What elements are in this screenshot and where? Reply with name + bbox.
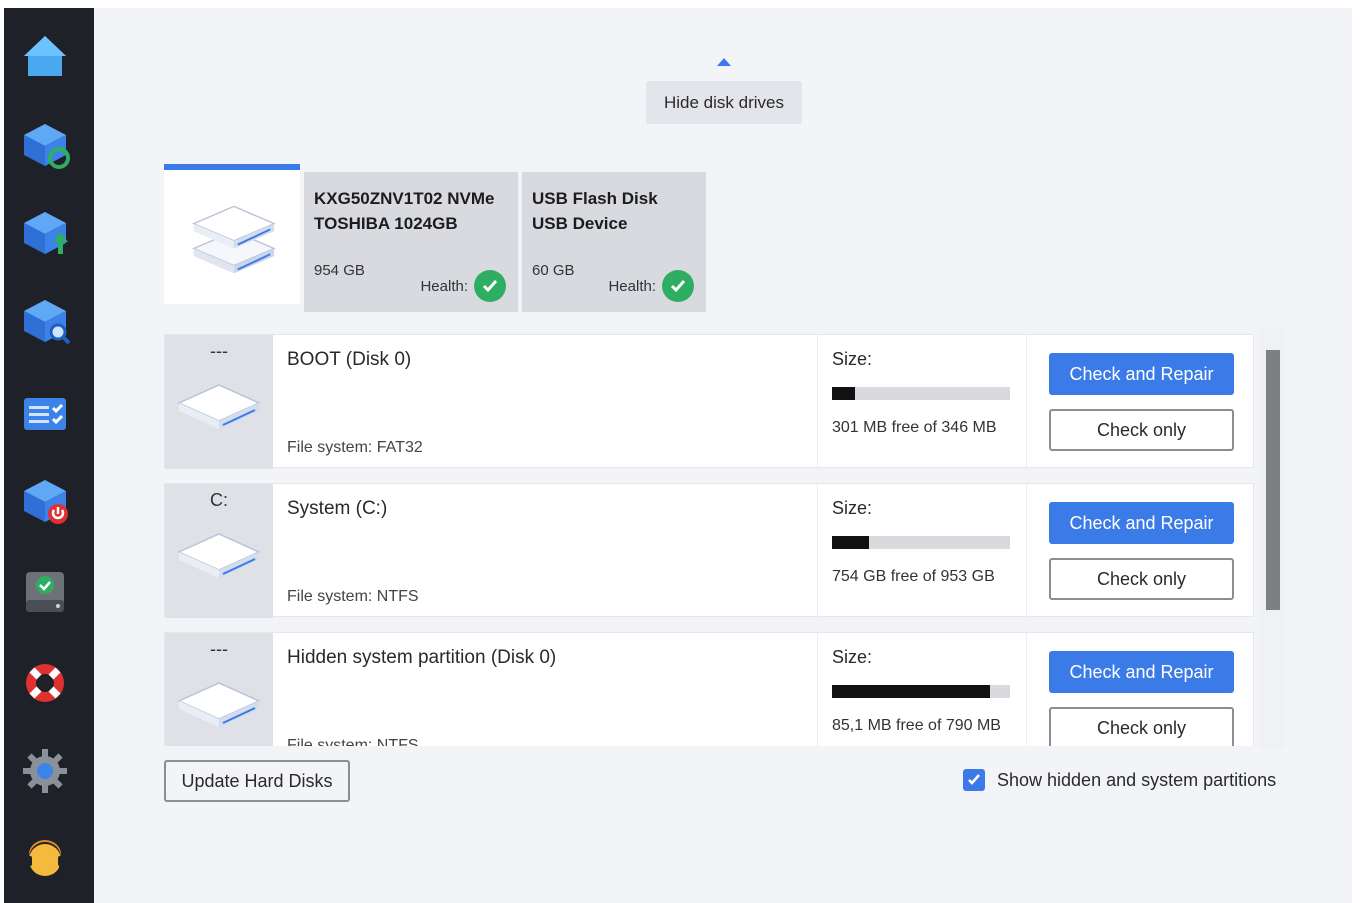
partition-name: BOOT (Disk 0) bbox=[287, 349, 412, 370]
partition-filesystem: File system: FAT32 bbox=[287, 439, 423, 456]
shutdown-icon[interactable] bbox=[18, 474, 72, 528]
home-icon[interactable] bbox=[18, 30, 72, 84]
disk-health: Health: bbox=[420, 270, 506, 302]
partition-thumbnail: --- bbox=[165, 633, 273, 746]
partition-row: --- Hidden system partition (Disk 0) Fil… bbox=[164, 632, 1254, 746]
health-ok-icon bbox=[662, 270, 694, 302]
hide-disk-drives-button[interactable]: Hide disk drives bbox=[646, 81, 802, 124]
partition-disk-icon bbox=[177, 384, 261, 429]
partition-letter: --- bbox=[210, 341, 228, 361]
disk-name: USB Flash Disk USB Device bbox=[532, 189, 658, 233]
check-and-repair-button[interactable]: Check and Repair bbox=[1049, 502, 1234, 544]
disk-stack-icon bbox=[191, 205, 276, 274]
partition-size-column: Size: 301 MB free of 346 MB bbox=[817, 335, 1027, 469]
checkmark-icon bbox=[968, 774, 980, 785]
hard-disk-check-icon[interactable] bbox=[18, 564, 72, 618]
search-disk-icon[interactable] bbox=[18, 294, 72, 348]
chevron-up-icon[interactable] bbox=[717, 58, 731, 66]
task-list-icon[interactable] bbox=[18, 388, 72, 442]
disk-tile-selected-preview[interactable] bbox=[164, 164, 300, 304]
show-hidden-partitions-option[interactable]: Show hidden and system partitions bbox=[963, 769, 1276, 791]
usage-bar bbox=[832, 536, 1010, 549]
usage-bar-fill bbox=[832, 536, 870, 549]
partition-disk-icon bbox=[177, 682, 261, 727]
check-only-button[interactable]: Check only bbox=[1049, 409, 1234, 451]
lifebuoy-icon[interactable] bbox=[18, 656, 72, 710]
partition-list: --- BOOT (Disk 0) File system: FAT32 Siz… bbox=[164, 334, 1284, 746]
partition-disk-icon bbox=[177, 533, 261, 578]
disk-tile-usb[interactable]: USB Flash Disk USB Device 60 GB Health: bbox=[522, 172, 706, 312]
free-space-text: 301 MB free of 346 MB bbox=[832, 419, 997, 436]
size-label: Size: bbox=[832, 498, 873, 518]
partition-letter: C: bbox=[210, 490, 228, 510]
free-space-text: 85,1 MB free of 790 MB bbox=[832, 717, 1001, 734]
partition-filesystem: File system: NTFS bbox=[287, 588, 419, 605]
gear-icon[interactable] bbox=[18, 744, 72, 798]
partition-list-scrollbar[interactable] bbox=[1260, 328, 1284, 748]
show-hidden-label: Show hidden and system partitions bbox=[997, 769, 1277, 790]
disk-tile-nvme[interactable]: KXG50ZNV1T02 NVMe TOSHIBA 1024GB 954 GB … bbox=[304, 172, 518, 312]
partition-size-column: Size: 85,1 MB free of 790 MB bbox=[817, 633, 1027, 746]
health-label: Health: bbox=[608, 277, 656, 295]
partition-thumbnail: --- bbox=[165, 335, 273, 469]
partition-row: --- BOOT (Disk 0) File system: FAT32 Siz… bbox=[164, 334, 1254, 469]
usage-bar bbox=[832, 685, 1010, 698]
usage-bar-fill bbox=[832, 387, 856, 400]
usage-bar bbox=[832, 387, 1010, 400]
scrollbar-thumb[interactable] bbox=[1266, 350, 1280, 610]
free-space-text: 754 GB free of 953 GB bbox=[832, 568, 995, 585]
show-hidden-checkbox[interactable] bbox=[963, 769, 985, 791]
health-label: Health: bbox=[420, 277, 468, 295]
app-window: Hide disk drives KXG50ZNV1T02 NVMe TOSHI… bbox=[4, 8, 1352, 903]
size-label: Size: bbox=[832, 647, 873, 667]
size-label: Size: bbox=[832, 349, 873, 369]
support-agent-icon[interactable] bbox=[18, 834, 72, 888]
partition-letter: --- bbox=[210, 639, 228, 659]
check-and-repair-button[interactable]: Check and Repair bbox=[1049, 651, 1234, 693]
health-ok-icon bbox=[474, 270, 506, 302]
check-only-button[interactable]: Check only bbox=[1049, 558, 1234, 600]
partition-size-column: Size: 754 GB free of 953 GB bbox=[817, 484, 1027, 618]
sidebar bbox=[4, 8, 94, 903]
partition-thumbnail: C: bbox=[165, 484, 273, 618]
check-and-repair-button[interactable]: Check and Repair bbox=[1049, 353, 1234, 395]
partition-row: C: System (C:) File system: NTFS Size: 7… bbox=[164, 483, 1254, 618]
backup-restore-icon[interactable] bbox=[18, 118, 72, 172]
check-only-button[interactable]: Check only bbox=[1049, 707, 1234, 746]
update-hard-disks-button[interactable]: Update Hard Disks bbox=[164, 760, 350, 802]
usage-bar-fill bbox=[832, 685, 991, 698]
partition-name: Hidden system partition (Disk 0) bbox=[287, 647, 557, 668]
partition-name: System (C:) bbox=[287, 498, 388, 519]
disk-health: Health: bbox=[608, 270, 694, 302]
partition-filesystem: File system: NTFS bbox=[287, 737, 419, 746]
upload-icon[interactable] bbox=[18, 206, 72, 260]
disk-name: KXG50ZNV1T02 NVMe TOSHIBA 1024GB bbox=[314, 189, 495, 233]
